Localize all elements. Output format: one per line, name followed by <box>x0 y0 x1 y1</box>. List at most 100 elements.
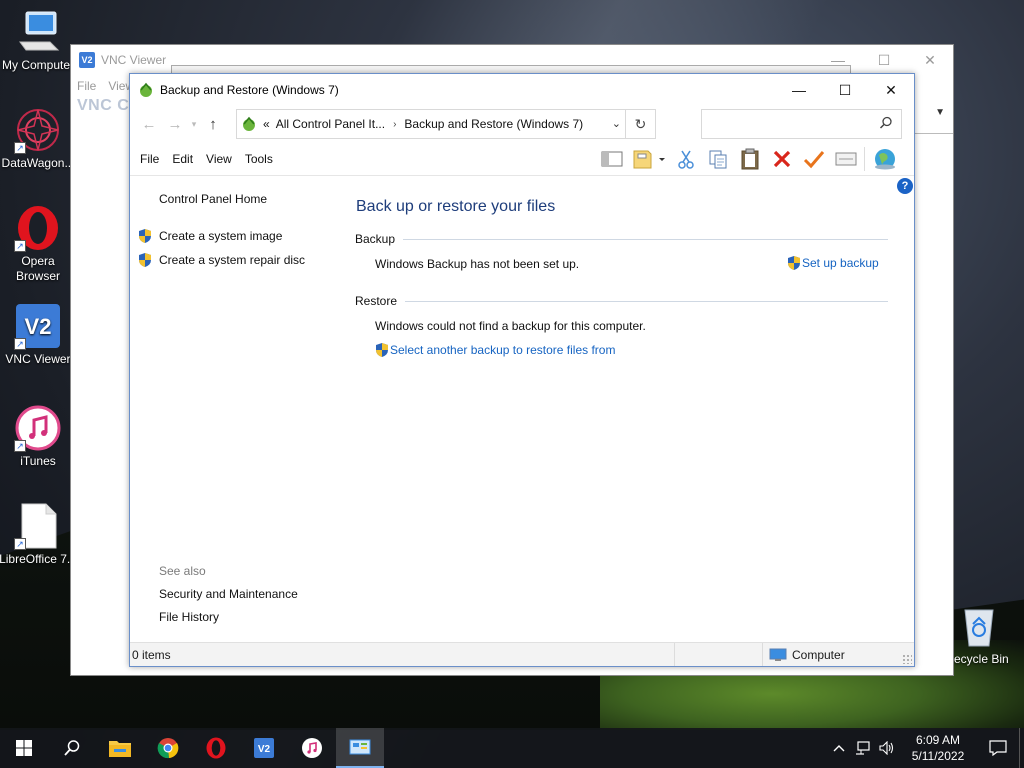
breadcrumb-backup-restore[interactable]: Backup and Restore (Windows 7) <box>404 117 583 131</box>
uac-shield-icon <box>139 229 151 243</box>
volume-icon[interactable] <box>875 741 899 755</box>
backup-restore-window: Backup and Restore (Windows 7) — ☐ ✕ ← →… <box>129 73 915 667</box>
backup-section-label: Backup <box>355 232 396 246</box>
restore-status-text: Windows could not find a backup for this… <box>375 319 646 333</box>
shortcut-arrow-icon: ↗ <box>14 538 26 550</box>
taskbar-file-explorer[interactable] <box>96 728 144 768</box>
globe-icon[interactable] <box>864 147 904 171</box>
search-icon[interactable] <box>879 116 893 130</box>
security-and-maintenance-link[interactable]: Security and Maintenance <box>159 587 298 601</box>
uac-shield-icon <box>788 256 800 270</box>
help-icon[interactable]: ? <box>897 178 913 194</box>
minimize-icon[interactable]: — <box>776 74 822 106</box>
section-divider <box>403 238 888 240</box>
copy-icon[interactable] <box>702 147 734 171</box>
layout-icon[interactable] <box>596 147 628 171</box>
maximize-icon[interactable]: ☐ <box>822 74 868 106</box>
restore-section-header: Restore <box>355 291 888 311</box>
resize-grip-icon[interactable] <box>902 654 912 664</box>
vnc-menu-file[interactable]: File <box>77 79 96 93</box>
desktop-icon-opera[interactable]: ↗ Opera Browser <box>0 204 78 284</box>
chrome-icon <box>157 738 179 759</box>
svg-text:V2: V2 <box>25 314 52 339</box>
create-system-image-link[interactable]: Create a system image <box>138 228 282 244</box>
vnc-logo-icon: V2 <box>79 52 95 68</box>
breadcrumb-all-control-panel[interactable]: All Control Panel It... <box>276 117 385 131</box>
item-count: 0 items <box>130 643 675 666</box>
desktop-icon-my-computer[interactable]: My Computer <box>0 8 78 73</box>
address-overflow[interactable]: « <box>263 117 270 131</box>
menu-edit[interactable]: Edit <box>172 152 193 166</box>
address-field[interactable]: « All Control Panel It... › Backup and R… <box>236 109 656 139</box>
taskbar-search-button[interactable] <box>48 728 96 768</box>
computer-icon <box>14 8 62 56</box>
menu-view[interactable]: View <box>206 152 232 166</box>
vnc-viewer-icon: V2 ↗ <box>14 302 62 350</box>
notifications-icon[interactable] <box>977 740 1019 756</box>
backup-status-text: Windows Backup has not been set up. <box>375 257 580 271</box>
task-label: Create a system repair disc <box>159 253 306 267</box>
start-button[interactable] <box>0 728 48 768</box>
menu-file[interactable]: File <box>140 152 159 166</box>
show-desktop-button[interactable] <box>1019 728 1024 768</box>
left-navigation-pane: Control Panel Home Create a system image… <box>130 178 340 642</box>
refresh-icon[interactable]: ↻ <box>625 110 655 138</box>
up-arrow-icon[interactable]: ↑ <box>200 111 226 137</box>
search-input[interactable] <box>702 110 872 138</box>
task-label: Create a system image <box>159 229 283 243</box>
taskbar-control-panel[interactable] <box>336 728 384 768</box>
check-icon[interactable] <box>798 147 830 171</box>
select-another-backup-link[interactable]: Select another backup to restore files f… <box>375 342 615 358</box>
recent-locations-chevron-icon[interactable]: ▾ <box>188 119 200 130</box>
datawagon-icon: ↗ <box>14 106 62 154</box>
vnc-title: VNC Viewer <box>101 53 167 67</box>
desktop-icon-vnc-viewer[interactable]: V2 ↗ VNC Viewer <box>0 302 78 367</box>
taskbar-vnc-viewer[interactable]: V2 <box>240 728 288 768</box>
clock[interactable]: 6:09 AM 5/11/2022 <box>899 732 977 764</box>
taskbar-itunes[interactable] <box>288 728 336 768</box>
shortcut-arrow-icon: ↗ <box>14 440 26 452</box>
menu-tools[interactable]: Tools <box>245 152 273 166</box>
desktop-icon-libreoffice[interactable]: ↗ LibreOffice 7.3 <box>0 502 78 567</box>
back-arrow-icon[interactable]: ← <box>136 111 162 137</box>
vnc-maximize-icon[interactable]: ☐ <box>861 45 907 75</box>
folder-icon <box>109 741 131 757</box>
see-also-heading: See also <box>159 564 206 578</box>
create-system-repair-disc-link[interactable]: Create a system repair disc <box>138 252 305 268</box>
zone-label: Computer <box>792 647 845 662</box>
file-history-link[interactable]: File History <box>159 610 219 624</box>
forward-arrow-icon[interactable]: → <box>162 111 188 137</box>
cut-icon[interactable] <box>670 147 702 171</box>
search-icon <box>64 740 80 756</box>
search-box[interactable] <box>701 109 902 139</box>
opera-icon <box>206 737 226 759</box>
control-panel-icon <box>243 116 255 131</box>
window-titlebar[interactable]: Backup and Restore (Windows 7) — ☐ ✕ <box>130 74 914 106</box>
close-icon[interactable]: ✕ <box>868 74 914 106</box>
desktop-icon-datawagon[interactable]: ↗ DataWagon... <box>0 106 78 171</box>
delete-icon[interactable] <box>766 147 798 171</box>
network-icon[interactable] <box>851 741 875 755</box>
breadcrumb-separator-icon[interactable]: › <box>393 119 396 130</box>
address-bar-row: ← → ▾ ↑ « All Control Panel It... › Back… <box>130 106 914 142</box>
address-dropdown-chevron-icon[interactable]: ⌄ <box>612 117 621 130</box>
vnc-viewer-icon: V2 <box>254 738 274 758</box>
folder-options-icon[interactable] <box>628 147 670 171</box>
show-hidden-icons-chevron-icon[interactable] <box>827 744 851 752</box>
backup-restore-icon <box>140 82 152 97</box>
desktop-icon-label: LibreOffice 7.3 <box>0 552 77 566</box>
properties-icon[interactable] <box>830 147 862 171</box>
uac-shield-icon <box>139 253 151 267</box>
windows-logo-icon <box>16 740 32 756</box>
desktop-icon-itunes[interactable]: ↗ iTunes <box>0 404 78 469</box>
clock-time: 6:09 AM <box>915 733 961 747</box>
taskbar-opera[interactable] <box>192 728 240 768</box>
set-up-backup-link[interactable]: Set up backup <box>787 255 879 271</box>
vnc-dropdown-icon[interactable]: ▼ <box>935 107 945 118</box>
control-panel-home-link[interactable]: Control Panel Home <box>159 192 267 206</box>
paste-icon[interactable] <box>734 147 766 171</box>
svg-text:V2: V2 <box>258 744 271 755</box>
shortcut-arrow-icon: ↗ <box>14 240 26 252</box>
vnc-close-icon[interactable]: ✕ <box>907 45 953 75</box>
taskbar-chrome[interactable] <box>144 728 192 768</box>
